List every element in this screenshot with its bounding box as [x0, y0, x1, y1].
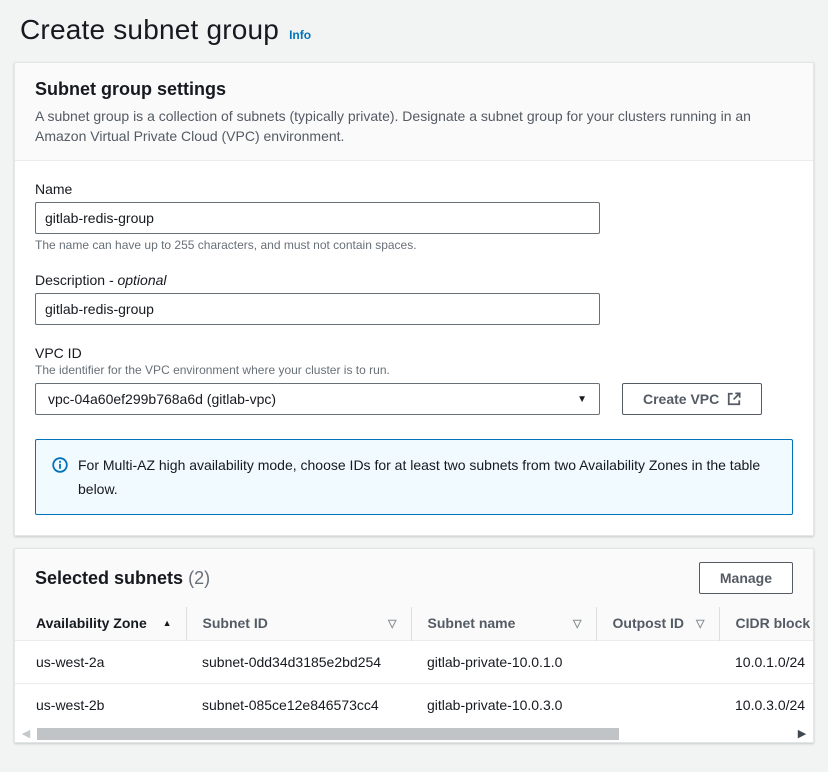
- description-input[interactable]: [35, 293, 600, 325]
- cell-availability-zone: us-west-2a: [15, 640, 186, 683]
- info-alert-text: For Multi-AZ high availability mode, cho…: [78, 453, 768, 501]
- description-label: Description - optional: [35, 272, 793, 288]
- name-input[interactable]: [35, 202, 600, 234]
- info-link[interactable]: Info: [289, 28, 311, 42]
- optional-suffix: - optional: [109, 272, 167, 288]
- cell-subnet-id: subnet-0dd34d3185e2bd254: [186, 640, 411, 683]
- name-hint: The name can have up to 255 characters, …: [35, 238, 793, 252]
- create-vpc-button[interactable]: Create VPC: [622, 383, 762, 415]
- table-header-row: Availability Zone ▲ Subnet ID ▽ Subnet n…: [15, 607, 813, 640]
- horizontal-scrollbar[interactable]: ◀ ▶: [15, 726, 813, 742]
- cell-outpost-id: [596, 683, 719, 726]
- cell-cidr-block: 10.0.3.0/24: [719, 683, 813, 726]
- settings-card-body: Name The name can have up to 255 charact…: [15, 161, 813, 535]
- cell-cidr-block: 10.0.1.0/24: [719, 640, 813, 683]
- create-vpc-label: Create VPC: [643, 391, 719, 407]
- chevron-down-icon: ▼: [577, 394, 587, 405]
- table-row: us-west-2b subnet-085ce12e846573cc4 gitl…: [15, 683, 813, 726]
- page-header: Create subnet group Info: [20, 14, 814, 46]
- column-header-availability-zone[interactable]: Availability Zone ▲: [15, 607, 186, 640]
- vpc-row: vpc-04a60ef299b768a6d (gitlab-vpc) ▼ Cre…: [35, 383, 793, 415]
- external-link-icon: [727, 392, 741, 406]
- settings-card-title: Subnet group settings: [35, 79, 793, 100]
- sort-icon: ▽: [573, 617, 581, 630]
- manage-button[interactable]: Manage: [699, 562, 793, 594]
- name-field-group: Name The name can have up to 255 charact…: [35, 181, 793, 252]
- page-title: Create subnet group: [20, 14, 279, 45]
- name-label: Name: [35, 181, 793, 197]
- vpc-select[interactable]: vpc-04a60ef299b768a6d (gitlab-vpc) ▼: [35, 383, 600, 415]
- cell-subnet-name: gitlab-private-10.0.3.0: [411, 683, 596, 726]
- subnets-table: Availability Zone ▲ Subnet ID ▽ Subnet n…: [15, 607, 813, 726]
- settings-card-header: Subnet group settings A subnet group is …: [15, 63, 813, 161]
- subnets-card-header: Selected subnets (2) Manage: [15, 549, 813, 607]
- sort-icon: ▽: [388, 617, 396, 630]
- vpc-id-label: VPC ID: [35, 345, 793, 361]
- sort-ascending-icon: ▲: [163, 618, 172, 628]
- vpc-selected-value: vpc-04a60ef299b768a6d (gitlab-vpc): [48, 391, 276, 407]
- subnets-card-title: Selected subnets (2): [35, 568, 210, 589]
- info-circle-icon: [52, 457, 68, 473]
- subnet-group-settings-card: Subnet group settings A subnet group is …: [14, 62, 814, 536]
- column-header-subnet-name[interactable]: Subnet name ▽: [411, 607, 596, 640]
- sort-icon: ▽: [696, 617, 704, 630]
- vpc-field-group: VPC ID The identifier for the VPC enviro…: [35, 345, 793, 415]
- cell-subnet-name: gitlab-private-10.0.1.0: [411, 640, 596, 683]
- info-alert: For Multi-AZ high availability mode, cho…: [35, 439, 793, 515]
- cell-outpost-id: [596, 640, 719, 683]
- vpc-id-hint: The identifier for the VPC environment w…: [35, 363, 793, 377]
- settings-card-description: A subnet group is a collection of subnet…: [35, 106, 793, 146]
- column-header-cidr-block[interactable]: CIDR block: [719, 607, 813, 640]
- column-header-outpost-id[interactable]: Outpost ID ▽: [596, 607, 719, 640]
- column-header-subnet-id[interactable]: Subnet ID ▽: [186, 607, 411, 640]
- scroll-left-icon[interactable]: ◀: [18, 726, 34, 742]
- cell-availability-zone: us-west-2b: [15, 683, 186, 726]
- scroll-right-icon[interactable]: ▶: [794, 726, 810, 742]
- cell-subnet-id: subnet-085ce12e846573cc4: [186, 683, 411, 726]
- selected-subnets-card: Selected subnets (2) Manage Availability…: [14, 548, 814, 743]
- table-row: us-west-2a subnet-0dd34d3185e2bd254 gitl…: [15, 640, 813, 683]
- create-subnet-group-page: Create subnet group Info Subnet group set…: [0, 0, 828, 743]
- subnets-table-wrap: Availability Zone ▲ Subnet ID ▽ Subnet n…: [15, 607, 813, 726]
- scrollbar-track[interactable]: [37, 728, 791, 740]
- description-field-group: Description - optional: [35, 272, 793, 325]
- subnets-count: (2): [188, 568, 210, 588]
- scrollbar-thumb[interactable]: [37, 728, 619, 740]
